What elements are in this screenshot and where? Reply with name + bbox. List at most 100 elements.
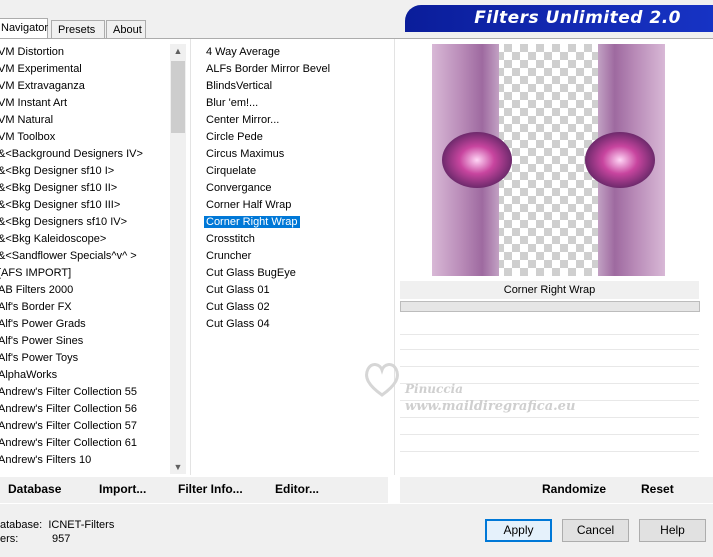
watermark-name: Pinuccia	[405, 382, 463, 396]
filter-item[interactable]: Cut Glass BugEye	[204, 265, 364, 282]
app-title: Filters Unlimited 2.0	[474, 8, 681, 28]
category-item[interactable]: &<Bkg Designers sf10 IV>	[0, 214, 168, 231]
navigator-panel: VM Distortion VM Experimental VM Extravaga…	[0, 38, 713, 504]
filter-item[interactable]: Corner Right Wrap	[204, 214, 364, 231]
filter-item[interactable]: BlindsVertical	[204, 78, 364, 95]
app-title-banner: Filters Unlimited 2.0	[405, 5, 713, 32]
divider	[400, 451, 699, 452]
filter-item-label: Cirquelate	[206, 165, 257, 177]
filter-item[interactable]: Cut Glass 02	[204, 299, 364, 316]
category-item[interactable]: VM Extravaganza	[0, 78, 168, 95]
database-button[interactable]: Database	[8, 477, 62, 501]
status-filters-key: ers:	[0, 533, 19, 545]
category-item[interactable]: &<Sandflower Specials^v^ >	[0, 248, 168, 265]
status-database-key: atabase:	[0, 519, 43, 531]
divider	[400, 334, 699, 335]
category-item[interactable]: Alf's Power Sines	[0, 333, 168, 350]
filter-item[interactable]: Convergance	[204, 180, 364, 197]
filter-item-label: Cut Glass 01	[206, 284, 270, 296]
category-item[interactable]: Andrew's Filter Collection 56	[0, 401, 168, 418]
filter-item[interactable]: Cruncher	[204, 248, 364, 265]
category-list[interactable]: VM Distortion VM Experimental VM Extravaga…	[0, 44, 168, 468]
scroll-up-icon[interactable]: ▲	[170, 44, 186, 58]
filter-item[interactable]: Blur 'em!...	[204, 95, 364, 112]
divider	[394, 39, 395, 475]
divider	[400, 417, 699, 418]
watermark: Pinuccia www.maildiregrafica.eu	[360, 357, 575, 414]
help-button[interactable]: Help	[639, 519, 706, 542]
category-item[interactable]: VM Toolbox	[0, 129, 168, 146]
import-button[interactable]: Import...	[99, 477, 147, 501]
preview-left-shape	[442, 132, 512, 188]
bottom-strip	[0, 549, 713, 557]
filter-item-label: Corner Half Wrap	[206, 199, 292, 211]
category-item[interactable]: VM Distortion	[0, 44, 168, 61]
status-info: atabase: ICNET-Filters ers: 957	[0, 518, 114, 546]
category-item[interactable]: Andrew's Filter Collection 57	[0, 418, 168, 435]
filter-item[interactable]: Circus Maximus	[204, 146, 364, 163]
filter-item[interactable]: 4 Way Average	[204, 44, 364, 61]
category-item[interactable]: [AFS IMPORT]	[0, 265, 168, 282]
category-item[interactable]: &<Bkg Designer sf10 I>	[0, 163, 168, 180]
tab-presets[interactable]: Presets	[51, 20, 105, 38]
filter-item-label: 4 Way Average	[206, 46, 280, 58]
category-item[interactable]: &<Bkg Designer sf10 III>	[0, 197, 168, 214]
watermark-heart-icon	[365, 363, 399, 397]
filter-item-label: Cut Glass 04	[206, 318, 270, 330]
category-item[interactable]: Andrew's Filter Collection 55	[0, 384, 168, 401]
filter-item-label: Center Mirror...	[206, 114, 280, 126]
reset-button[interactable]: Reset	[641, 477, 674, 501]
category-item[interactable]: &<Bkg Designer sf10 II>	[0, 180, 168, 197]
divider	[400, 349, 699, 350]
category-item[interactable]: VM Experimental	[0, 61, 168, 78]
filter-item[interactable]: Corner Half Wrap	[204, 197, 364, 214]
filter-item[interactable]: Circle Pede	[204, 129, 364, 146]
divider	[400, 366, 699, 367]
apply-button[interactable]: Apply	[485, 519, 552, 542]
filter-item[interactable]: ALFs Border Mirror Bevel	[204, 61, 364, 78]
divider	[400, 434, 699, 435]
filter-item[interactable]: Cirquelate	[204, 163, 364, 180]
preview-progress-bar	[400, 301, 700, 312]
preview-right-shape	[585, 132, 655, 188]
filter-item-label: BlindsVertical	[206, 80, 273, 92]
filter-item-label: Circle Pede	[206, 131, 263, 143]
filter-info-button[interactable]: Filter Info...	[178, 477, 243, 501]
preview-filter-name: Corner Right Wrap	[400, 281, 699, 299]
filter-item-label: Circus Maximus	[206, 148, 285, 160]
scrollbar-thumb[interactable]	[171, 61, 185, 133]
category-item[interactable]: &<Background Designers IV>	[0, 146, 168, 163]
category-item[interactable]: &<Bkg Kaleidoscope>	[0, 231, 168, 248]
filter-list[interactable]: 4 Way Average ALFs Border Mirror Bevel Bli…	[204, 44, 364, 344]
scroll-down-icon[interactable]: ▼	[170, 460, 186, 474]
filter-item-label: ALFs Border Mirror Bevel	[206, 63, 331, 75]
category-item[interactable]: Alf's Power Toys	[0, 350, 168, 367]
filter-item[interactable]: Crosstitch	[204, 231, 364, 248]
category-item[interactable]: Alf's Power Grads	[0, 316, 168, 333]
category-item[interactable]: VM Natural	[0, 112, 168, 129]
status-database-value: ICNET-Filters	[48, 519, 115, 531]
category-scrollbar[interactable]: ▲ ▼	[170, 44, 186, 474]
filter-item-label: Corner Right Wrap	[204, 216, 300, 228]
tab-about[interactable]: About	[106, 20, 146, 38]
filter-item[interactable]: Cut Glass 04	[204, 316, 364, 333]
editor-button[interactable]: Editor...	[275, 477, 320, 501]
filter-item[interactable]: Cut Glass 01	[204, 282, 364, 299]
randomize-button[interactable]: Randomize	[542, 477, 607, 501]
filter-item-label: Cut Glass BugEye	[206, 267, 296, 279]
cancel-button[interactable]: Cancel	[562, 519, 629, 542]
category-item[interactable]: AlphaWorks	[0, 367, 168, 384]
filter-item-label: Convergance	[206, 182, 272, 194]
category-item[interactable]: Andrew's Filters 10	[0, 452, 168, 468]
navigator-toolbar: Database Import... Filter Info... Editor…	[0, 477, 388, 503]
category-item[interactable]: Andrew's Filter Collection 61	[0, 435, 168, 452]
filter-item-label: Crosstitch	[206, 233, 255, 245]
tab-navigator[interactable]: Navigator	[0, 18, 48, 39]
category-item[interactable]: Alf's Border FX	[0, 299, 168, 316]
preview-toolbar: Randomize Reset	[400, 477, 713, 503]
category-item[interactable]: VM Instant Art	[0, 95, 168, 112]
filter-item-label: Blur 'em!...	[206, 97, 259, 109]
category-item[interactable]: AB Filters 2000	[0, 282, 168, 299]
filter-item[interactable]: Center Mirror...	[204, 112, 364, 129]
filter-preview	[432, 44, 665, 276]
